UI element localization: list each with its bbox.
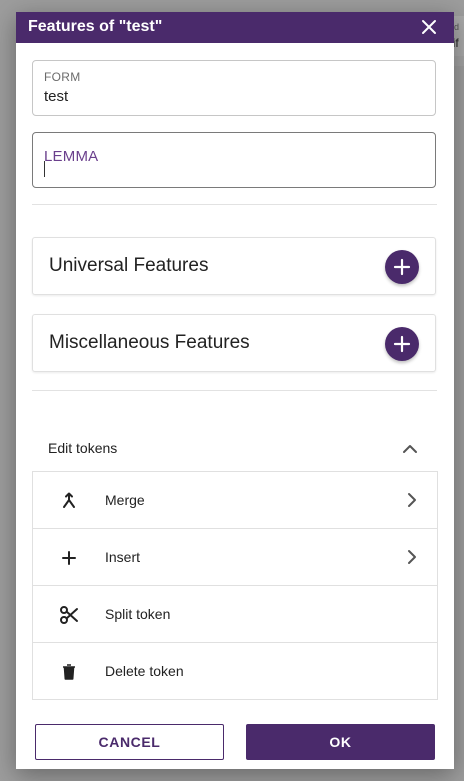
divider <box>32 204 437 205</box>
universal-features-card: Universal Features <box>32 237 436 295</box>
lemma-field[interactable]: LEMMA <box>32 132 436 188</box>
token-action-merge[interactable]: Merge <box>33 472 437 529</box>
text-cursor <box>44 161 45 177</box>
close-icon[interactable] <box>418 16 440 38</box>
misc-features-title: Miscellaneous Features <box>49 332 250 353</box>
lemma-field-label: LEMMA <box>44 148 99 165</box>
chevron-right-icon <box>407 549 417 570</box>
plus-icon <box>393 335 411 353</box>
edit-tokens-list: Merge Insert Split token Delete token <box>32 471 438 700</box>
plus-icon <box>59 548 79 568</box>
edit-tokens-header[interactable]: Edit tokens <box>32 428 436 472</box>
token-action-delete[interactable]: Delete token <box>33 643 437 700</box>
cancel-button[interactable]: CANCEL <box>35 724 224 760</box>
form-field-value: test <box>44 88 69 105</box>
dialog-title: Features of "test" <box>28 18 163 35</box>
form-field-label: FORM <box>44 70 81 84</box>
ok-button[interactable]: OK <box>246 724 435 760</box>
token-action-label: Merge <box>105 492 145 508</box>
token-action-label: Delete token <box>105 663 184 679</box>
edit-tokens-title: Edit tokens <box>48 440 118 456</box>
features-dialog: Features of "test" FORM test LEMMA Unive… <box>16 12 454 769</box>
token-action-insert[interactable]: Insert <box>33 529 437 586</box>
universal-features-title: Universal Features <box>49 255 209 276</box>
token-action-label: Split token <box>105 606 171 622</box>
token-action-split[interactable]: Split token <box>33 586 437 643</box>
trash-icon <box>59 662 79 682</box>
divider <box>32 390 437 391</box>
token-action-label: Insert <box>105 549 141 565</box>
dialog-titlebar: Features of "test" <box>16 12 454 43</box>
chevron-right-icon <box>407 492 417 513</box>
plus-icon <box>393 258 411 276</box>
chevron-up-icon <box>402 442 418 460</box>
add-misc-feature-button[interactable] <box>385 327 419 361</box>
form-field[interactable]: FORM test <box>32 60 436 116</box>
scissors-icon <box>59 605 79 625</box>
misc-features-card: Miscellaneous Features <box>32 314 436 372</box>
merge-icon <box>59 491 79 511</box>
add-universal-feature-button[interactable] <box>385 250 419 284</box>
